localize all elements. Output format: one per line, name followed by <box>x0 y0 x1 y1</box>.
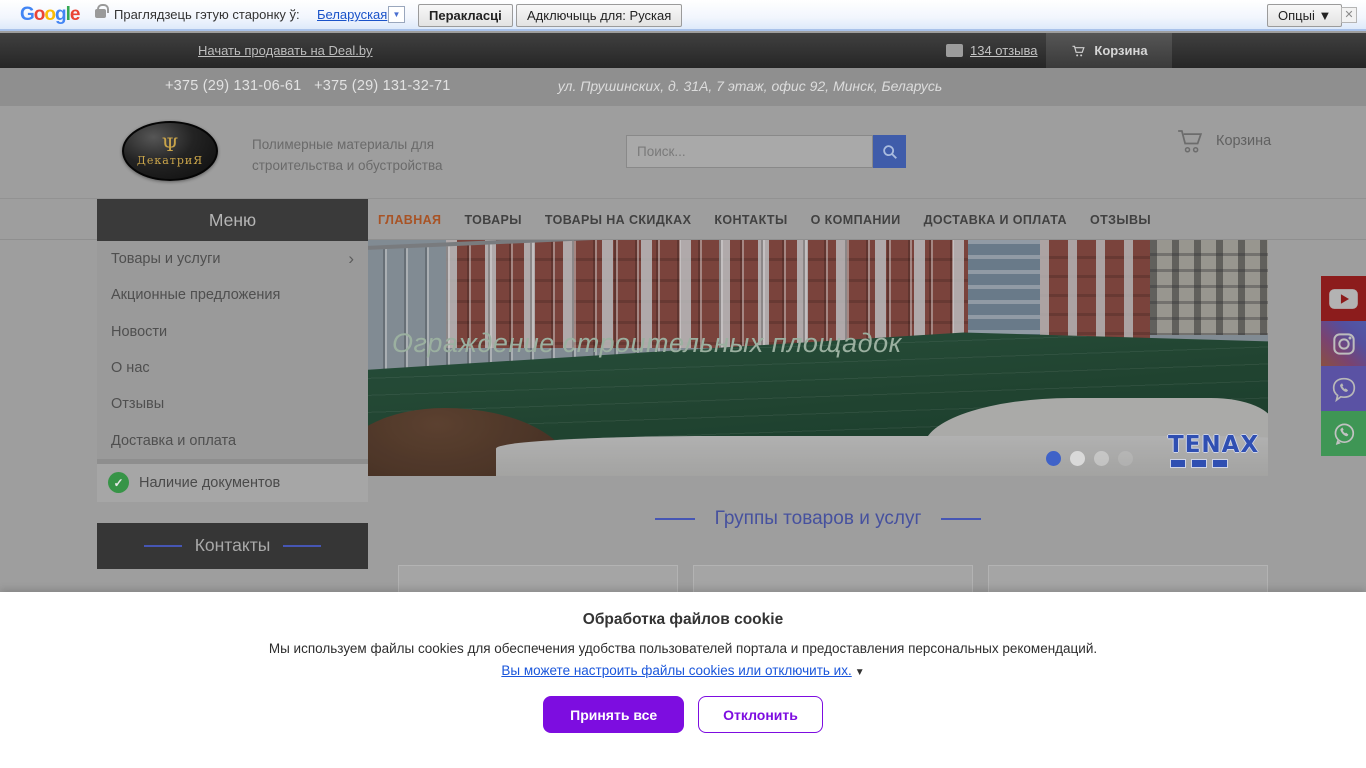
disable-translation-button[interactable]: Адключыць для: Руская <box>516 4 683 27</box>
sidebar-item-promos[interactable]: Акционные предложения <box>97 277 368 313</box>
hero-slider[interactable]: Ограждение строительных площадок TENAX <box>368 240 1268 476</box>
cart-icon <box>1178 130 1203 153</box>
language-link[interactable]: Беларуская <box>317 7 387 22</box>
company-tagline: Полимерные материалы для строительства и… <box>252 137 443 173</box>
lock-icon <box>95 4 109 18</box>
sidebar-menu-title: Меню <box>97 199 368 241</box>
slider-dot[interactable] <box>1094 451 1109 466</box>
cookie-title: Обработка файлов cookie <box>582 611 784 628</box>
header-cart-button[interactable]: Корзина <box>1174 126 1271 156</box>
cookie-expand-arrow-icon[interactable]: ▼ <box>855 667 865 678</box>
social-links <box>1321 276 1366 456</box>
youtube-icon <box>1329 288 1358 309</box>
whatsapp-icon <box>1334 423 1354 445</box>
nav-item-reviews[interactable]: ОТЗЫВЫ <box>1090 213 1151 227</box>
viber-icon <box>1332 377 1355 402</box>
phone-numbers: +375 (29) 131-06-61 +375 (29) 131-32-71 <box>165 78 451 94</box>
decline-button[interactable]: Отклонить <box>698 696 823 733</box>
search-icon <box>882 144 897 159</box>
decorative-dash <box>143 544 182 547</box>
sidebar: Меню Товары и услуги › Акционные предлож… <box>97 199 368 569</box>
youtube-link[interactable] <box>1321 276 1366 321</box>
topbar-cart-button[interactable]: Корзина <box>1046 33 1172 68</box>
google-logo: Google <box>20 4 80 25</box>
reviews-link[interactable]: 134 отзыва <box>946 33 1038 68</box>
decorative-dash <box>941 518 982 520</box>
google-translate-bar: Google Праглядзець гэтую старонку ў: Бел… <box>0 0 1366 31</box>
slider-dot[interactable] <box>1070 451 1085 466</box>
nav-item-home[interactable]: ГЛАВНАЯ <box>378 213 441 227</box>
top-bar: Начать продавать на Deal.by 134 отзыва К… <box>0 33 1366 68</box>
logo-emblem-icon: Ψ <box>161 133 179 156</box>
phone-2: +375 (29) 131-32-71 <box>314 78 451 94</box>
cookie-settings-link[interactable]: Вы можете настроить файлы cookies или от… <box>501 663 851 678</box>
check-icon: ✓ <box>108 472 129 494</box>
search-area <box>626 135 906 168</box>
hero-caption: Ограждение строительных площадок <box>392 328 902 358</box>
cookie-consent-panel: Обработка файлов cookie Мы используем фа… <box>0 592 1366 768</box>
language-dropdown[interactable]: ▼ <box>388 6 405 23</box>
logo-name: ДекатриЯ <box>136 153 204 167</box>
contact-info-bar: +375 (29) 131-06-61 +375 (29) 131-32-71 … <box>0 68 1366 106</box>
groups-heading: Группы товаров и услуг <box>368 508 1268 530</box>
slider-dot-active[interactable] <box>1046 451 1061 466</box>
chat-bubble-icon <box>946 44 963 57</box>
phone-1: +375 (29) 131-06-61 <box>165 78 302 94</box>
sidebar-contacts-title: Контакты <box>97 522 368 569</box>
whatsapp-link[interactable] <box>1321 411 1366 456</box>
slider-dot[interactable] <box>1118 451 1133 466</box>
slider-dots <box>1046 451 1133 466</box>
company-address: ул. Прушинских, д. 31А, 7 этаж, офис 92,… <box>557 78 943 94</box>
nav-item-discounts[interactable]: ТОВАРЫ НА СКИДКАХ <box>545 213 691 227</box>
sidebar-item-about[interactable]: О нас <box>97 350 368 386</box>
instagram-icon <box>1332 332 1355 355</box>
close-icon[interactable]: ✕ <box>1341 7 1357 23</box>
options-button[interactable]: Опцыі ▼ <box>1267 4 1343 27</box>
site-header: Ψ ДекатриЯ Полимерные материалы для стро… <box>0 106 1366 198</box>
cookie-text: Мы используем файлы cookies для обеспече… <box>268 641 1098 656</box>
decorative-dash <box>654 518 695 520</box>
nav-item-delivery[interactable]: ДОСТАВКА И ОПЛАТА <box>924 213 1067 227</box>
sell-on-dealby-link[interactable]: Начать продавать на Deal.by <box>198 33 373 68</box>
translate-prompt: Праглядзець гэтую старонку ў: <box>114 7 300 22</box>
company-logo[interactable]: Ψ ДекатриЯ <box>122 121 218 181</box>
sidebar-item-products[interactable]: Товары и услуги › <box>97 241 368 277</box>
search-input[interactable] <box>626 135 873 168</box>
cart-icon <box>1072 45 1086 56</box>
search-button[interactable] <box>873 135 906 168</box>
nav-item-about[interactable]: О КОМПАНИИ <box>811 213 901 227</box>
tenax-logo: TENAX <box>1168 432 1259 468</box>
instagram-link[interactable] <box>1321 321 1366 366</box>
viber-link[interactable] <box>1321 366 1366 411</box>
sidebar-item-delivery[interactable]: Доставка и оплата <box>97 422 368 458</box>
decorative-dash <box>283 544 322 547</box>
sidebar-item-news[interactable]: Новости <box>97 314 368 350</box>
sidebar-item-reviews[interactable]: Отзывы <box>97 386 368 422</box>
nav-item-contacts[interactable]: КОНТАКТЫ <box>714 213 787 227</box>
documents-badge: ✓ Наличие документов <box>97 463 368 502</box>
nav-item-products[interactable]: ТОВАРЫ <box>464 213 521 227</box>
chevron-right-icon: › <box>348 249 354 269</box>
accept-all-button[interactable]: Принять все <box>543 696 685 733</box>
translate-button[interactable]: Перакласці <box>418 4 513 27</box>
